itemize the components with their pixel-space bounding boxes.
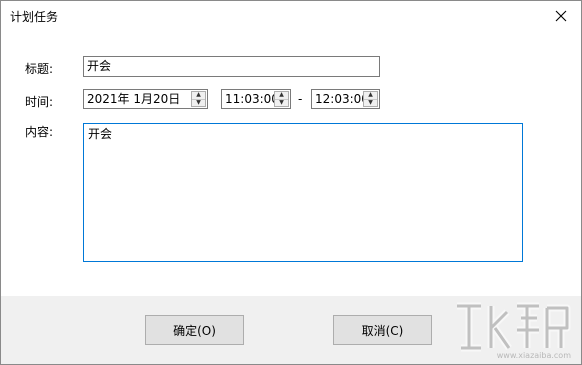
- end-time-picker[interactable]: 12:03:00 ▲ ▼: [311, 89, 380, 109]
- time-separator: -: [298, 92, 303, 106]
- start-time-spinner[interactable]: ▲ ▼: [274, 91, 289, 107]
- ok-button[interactable]: 确定(O): [145, 315, 244, 345]
- title-input-value: 开会: [87, 59, 112, 73]
- start-time-picker[interactable]: 11:03:00 ▲ ▼: [221, 89, 291, 109]
- content-textarea-value: 开会: [88, 127, 113, 141]
- date-spinner[interactable]: ▲ ▼: [191, 91, 206, 107]
- close-button[interactable]: [551, 6, 571, 26]
- end-time-value: 12:03:00: [315, 92, 369, 106]
- spin-down-icon[interactable]: ▼: [364, 98, 377, 107]
- watermark-logo: www.xiazaiba.com: [451, 298, 573, 360]
- time-label: 时间:: [25, 95, 54, 109]
- dialog-window: 计划任务 标题: 开会 时间: 2021年 1月20日 ▲ ▼ 11:03:00…: [0, 0, 582, 365]
- title-bar: 计划任务: [1, 1, 581, 31]
- title-input[interactable]: 开会: [83, 56, 380, 77]
- close-icon: [555, 10, 567, 22]
- dialog-content: 标题: 开会 时间: 2021年 1月20日 ▲ ▼ 11:03:00 ▲ ▼ …: [1, 31, 581, 296]
- window-title: 计划任务: [10, 10, 59, 24]
- watermark-text: www.xiazaiba.com: [496, 351, 571, 360]
- content-textarea[interactable]: 开会: [83, 123, 523, 262]
- title-label: 标题:: [25, 62, 54, 76]
- end-time-spinner[interactable]: ▲ ▼: [363, 91, 378, 107]
- content-label: 内容:: [25, 125, 54, 139]
- date-picker[interactable]: 2021年 1月20日 ▲ ▼: [83, 89, 208, 109]
- start-time-value: 11:03:00: [225, 92, 279, 106]
- spin-down-icon[interactable]: ▼: [192, 98, 205, 107]
- cancel-button[interactable]: 取消(C): [333, 315, 432, 345]
- date-value: 2021年 1月20日: [87, 92, 181, 106]
- spin-down-icon[interactable]: ▼: [275, 98, 288, 107]
